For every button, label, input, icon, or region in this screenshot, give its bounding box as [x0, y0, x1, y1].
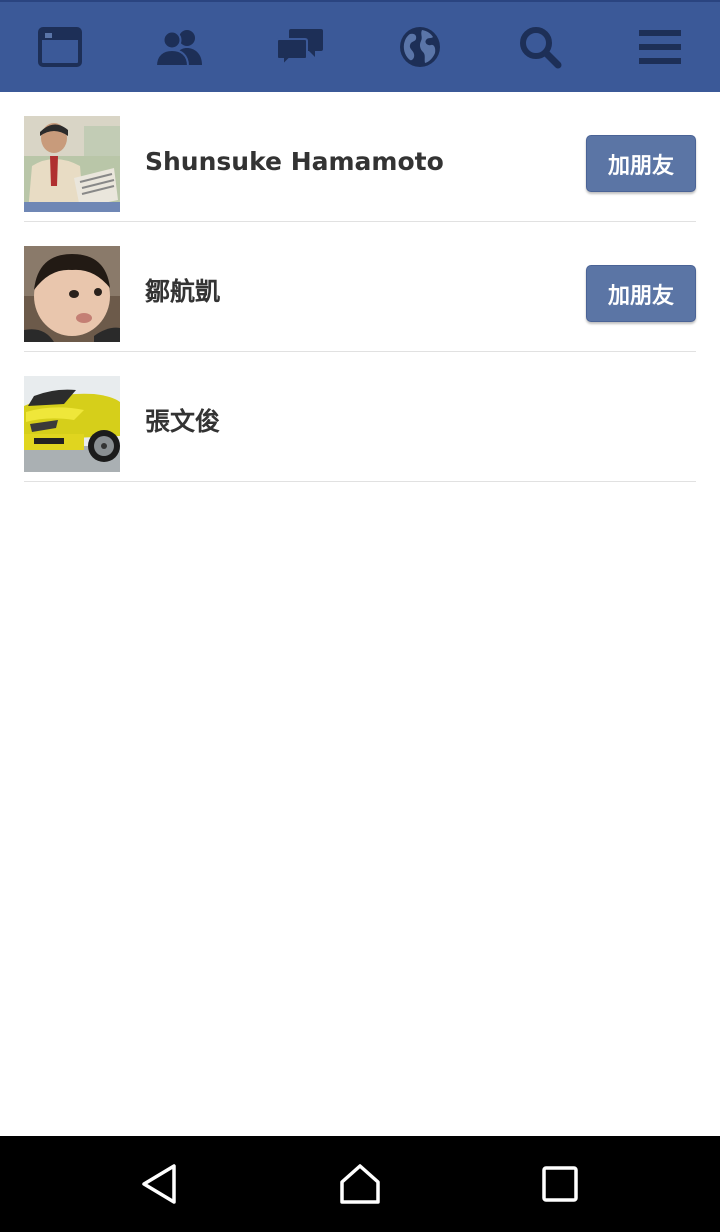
recent-apps-button[interactable] — [528, 1152, 592, 1216]
list-item[interactable]: Shunsuke Hamamoto 加朋友 — [24, 92, 696, 222]
list-item[interactable]: 張文俊 — [24, 352, 696, 482]
add-friend-button[interactable]: 加朋友 — [586, 265, 696, 322]
top-navigation-bar — [0, 0, 720, 92]
system-navigation-bar — [0, 1136, 720, 1232]
friend-name[interactable]: 張文俊 — [145, 404, 220, 440]
nav-news-feed[interactable] — [0, 2, 120, 92]
notifications-globe-icon — [400, 27, 440, 67]
nav-menu[interactable] — [600, 2, 720, 92]
news-feed-icon — [38, 27, 82, 67]
nav-friend-requests[interactable] — [120, 2, 240, 92]
list-item[interactable]: 鄒航凱 加朋友 — [24, 222, 696, 352]
avatar[interactable] — [24, 376, 120, 472]
friend-name[interactable]: 鄒航凱 — [145, 274, 220, 310]
back-button[interactable] — [128, 1152, 192, 1216]
back-icon — [142, 1164, 176, 1204]
avatar[interactable] — [24, 246, 120, 342]
profile-photo-man-reading-newspaper — [24, 116, 120, 212]
profile-photo-toddler — [24, 246, 120, 342]
nav-messages[interactable] — [240, 2, 360, 92]
friend-name[interactable]: Shunsuke Hamamoto — [145, 144, 444, 180]
home-icon — [340, 1164, 380, 1204]
nav-search[interactable] — [480, 2, 600, 92]
add-friend-button[interactable]: 加朋友 — [586, 135, 696, 192]
home-button[interactable] — [328, 1152, 392, 1216]
search-icon — [520, 27, 562, 69]
messages-icon — [276, 29, 323, 67]
menu-icon — [639, 30, 681, 64]
profile-photo-yellow-sports-car — [24, 376, 120, 472]
friend-requests-icon — [154, 30, 202, 67]
nav-notifications[interactable] — [360, 2, 480, 92]
recent-apps-icon — [542, 1166, 578, 1202]
friend-list: Shunsuke Hamamoto 加朋友 鄒航凱 加朋友 張文俊 — [24, 92, 696, 482]
avatar[interactable] — [24, 116, 120, 212]
